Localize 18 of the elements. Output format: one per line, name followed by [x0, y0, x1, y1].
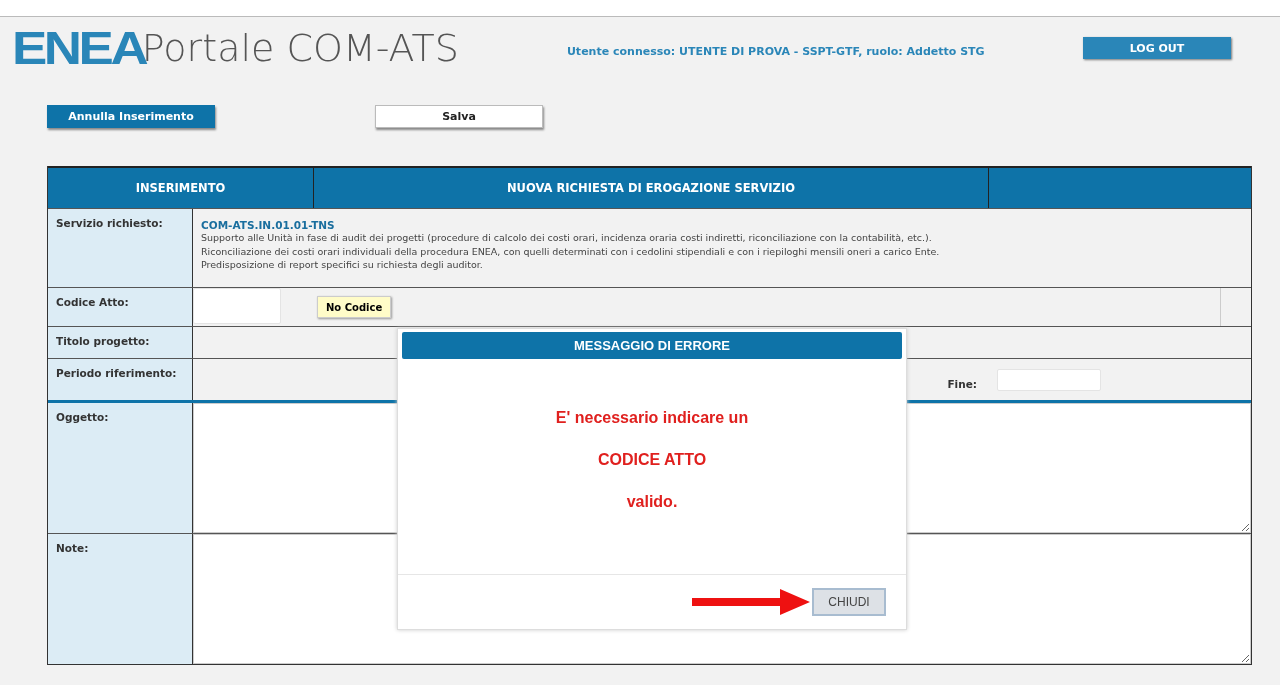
error-message: valido. — [626, 493, 678, 511]
error-message: E' necessario indicare un — [555, 409, 749, 427]
error-message: CODICE ATTO — [597, 451, 707, 469]
service-code: COM-ATS.IN.01.01-TNS — [201, 219, 336, 231]
column-header: NUOVA RICHIESTA DI EROGAZIONE SERVIZIO — [314, 168, 989, 208]
row-label: Oggetto: — [48, 403, 193, 533]
column-header: INSERIMENTO — [48, 168, 314, 208]
field-label: Fine: — [947, 377, 977, 390]
row-label: Periodo riferimento: — [48, 359, 193, 400]
row-label: Note: — [48, 534, 193, 664]
service-description: Supporto alle Unità in fase di audit dei progetti (procedure di calcolo dei costi orari, incidenza oraria costi indiretti, riconciliazione con la contabilità, etc.). — [201, 231, 933, 245]
row-label: Servizio richiesto: — [48, 209, 193, 287]
service-description: Riconciliazione dei costi orari individuali della procedura ENEA, con quelli determinati con i cedolini stipendiali e con i riepiloghi mensili oneri a carico Ente. — [201, 244, 940, 258]
user-info: Utente connesso: UTENTE DI PROVA - SSPT-GTF, ruolo: Addetto STG — [566, 44, 985, 58]
service-description: Predisposizione di report specifici su richiesta degli auditor. — [201, 258, 484, 272]
row-label: Titolo progetto: — [48, 327, 193, 358]
dialog-title: MESSAGGIO DI ERRORE — [402, 332, 902, 359]
row-label: Codice Atto: — [48, 288, 193, 326]
